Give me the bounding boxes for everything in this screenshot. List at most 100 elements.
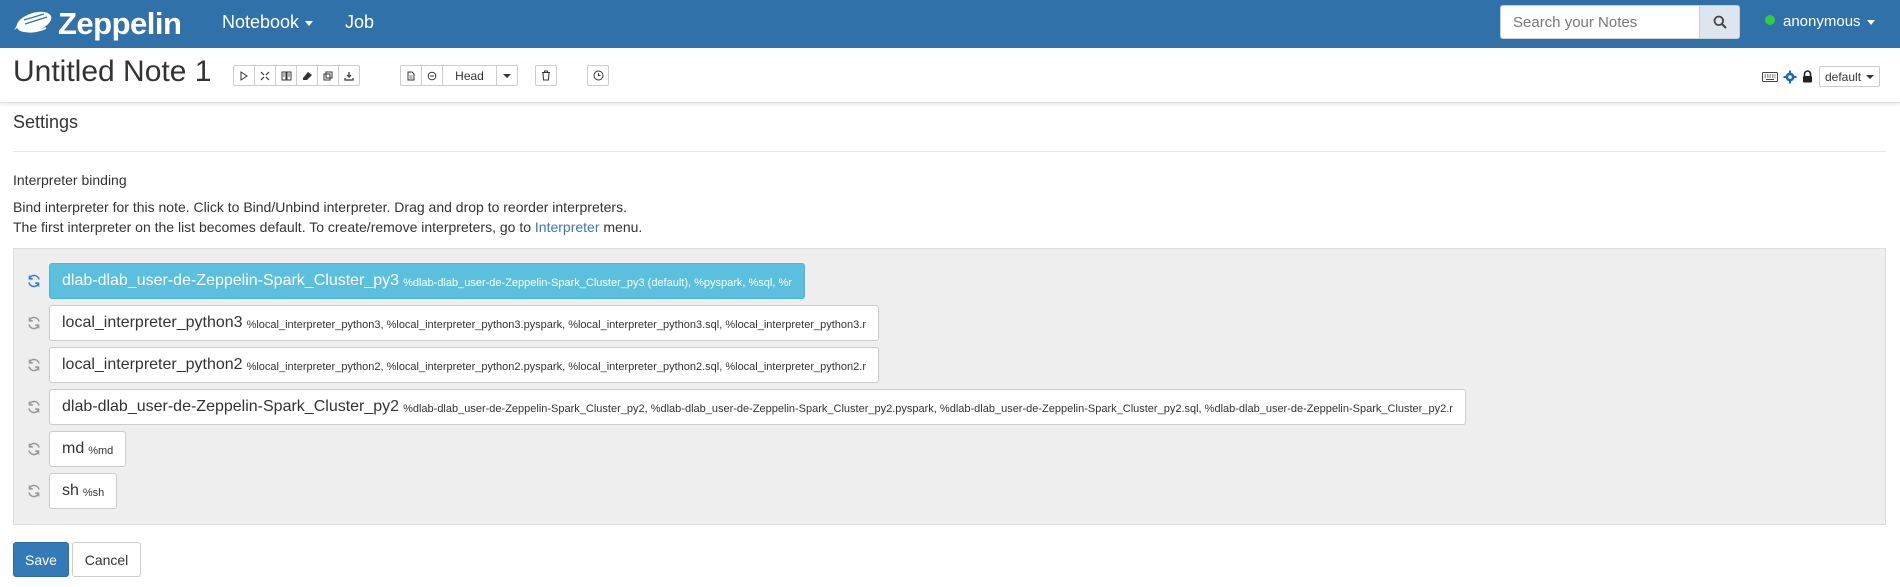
keyboard-icon[interactable]	[1762, 71, 1778, 82]
trash-icon	[542, 70, 550, 81]
interpreter-chip[interactable]: dlab-dlab_user-de-Zeppelin-Spark_Cluster…	[49, 389, 1466, 425]
interpreter-mode-dropdown[interactable]: default	[1819, 66, 1881, 87]
refresh-icon	[28, 274, 40, 288]
refresh-icon	[28, 400, 40, 414]
chevron-down-icon	[305, 20, 314, 26]
interpreter-chip[interactable]: local_interpreter_python2 %local_interpr…	[49, 347, 879, 383]
export-note-button[interactable]	[338, 65, 360, 86]
brand-name: Zeppelin	[58, 6, 182, 41]
interpreter-aliases: %local_interpreter_python3, %local_inter…	[246, 319, 866, 331]
restart-interpreter-button[interactable]	[24, 484, 44, 498]
delete-note-button[interactable]	[535, 65, 557, 86]
note-title[interactable]: Untitled Note 1	[13, 55, 211, 89]
interpreter-chip-selected[interactable]: dlab-dlab_user-de-Zeppelin-Spark_Cluster…	[49, 263, 805, 299]
interpreter-row: local_interpreter_python3 %local_interpr…	[24, 305, 879, 341]
interpreter-aliases: %dlab-dlab_user-de-Zeppelin-Spark_Cluste…	[403, 277, 792, 289]
binding-description-line1: Bind interpreter for this note. Click to…	[13, 199, 627, 215]
show-hide-code-icon	[260, 71, 270, 80]
nav-notebook-label: Notebook	[222, 12, 300, 32]
refresh-icon	[28, 358, 40, 372]
search-icon	[1713, 15, 1727, 29]
nav-job-link[interactable]: Job	[345, 0, 374, 48]
run-all-button[interactable]	[233, 65, 255, 86]
show-hide-code-button[interactable]	[254, 65, 276, 86]
chevron-down-icon	[503, 73, 511, 78]
interpreter-aliases: %md	[88, 445, 114, 457]
description-text: The first interpreter on the list become…	[13, 219, 535, 235]
restart-interpreter-button[interactable]	[24, 274, 44, 288]
cancel-button[interactable]: Cancel	[72, 542, 141, 577]
note-action-bar: Untitled Note 1 Head default	[0, 48, 1900, 103]
interpreter-row: md %md	[24, 431, 127, 467]
interpreter-aliases: %local_interpreter_python2, %local_inter…	[246, 361, 866, 373]
save-button[interactable]: Save	[13, 542, 69, 577]
binding-description-line2: The first interpreter on the list become…	[13, 219, 642, 235]
scheduler-button[interactable]	[587, 65, 609, 86]
search-button[interactable]	[1700, 5, 1740, 39]
revision-compare-icon	[427, 71, 437, 80]
interpreter-row: sh %sh	[24, 473, 118, 509]
description-text: menu.	[599, 219, 643, 235]
refresh-icon	[28, 442, 40, 456]
search-form	[1500, 5, 1740, 39]
mode-label: default	[1825, 69, 1862, 84]
show-hide-output-icon	[281, 71, 291, 80]
scheduler-group	[587, 65, 609, 86]
nav-notebook-menu[interactable]: Notebook	[222, 0, 314, 48]
revision-compare-button[interactable]	[421, 65, 443, 86]
restart-interpreter-button[interactable]	[24, 316, 44, 330]
version-control-group: Head	[400, 65, 518, 86]
clone-icon	[323, 71, 333, 80]
interpreter-name: local_interpreter_python2	[62, 356, 243, 373]
chevron-down-icon	[1866, 74, 1875, 79]
commit-icon	[407, 71, 415, 80]
interpreter-chip[interactable]: sh %sh	[49, 473, 118, 509]
restart-interpreter-button[interactable]	[24, 442, 44, 456]
note-settings-tools: default	[1762, 66, 1881, 87]
online-status-icon	[1765, 15, 1775, 26]
interpreter-chip[interactable]: local_interpreter_python3 %local_interpr…	[49, 305, 879, 341]
search-input[interactable]	[1500, 5, 1700, 39]
clone-note-button[interactable]	[317, 65, 339, 86]
interpreter-chip[interactable]: md %md	[49, 431, 127, 467]
interpreter-link[interactable]: Interpreter	[535, 219, 600, 235]
refresh-icon	[28, 316, 40, 330]
note-toolbar	[233, 65, 360, 86]
restart-interpreter-button[interactable]	[24, 400, 44, 414]
version-head-button[interactable]: Head	[442, 65, 497, 86]
brand-logo[interactable]: Zeppelin	[12, 4, 182, 44]
interpreter-name: local_interpreter_python3	[62, 314, 243, 331]
interpreter-row: local_interpreter_python2 %local_interpr…	[24, 347, 879, 383]
restart-interpreter-button[interactable]	[24, 358, 44, 372]
interpreter-name: dlab-dlab_user-de-Zeppelin-Spark_Cluster…	[62, 398, 400, 415]
gear-icon[interactable]	[1783, 70, 1797, 84]
refresh-icon	[28, 484, 40, 498]
interpreter-name: sh	[62, 482, 79, 499]
clear-output-icon	[302, 71, 312, 80]
chevron-down-icon	[1866, 19, 1875, 25]
commit-button[interactable]	[400, 65, 422, 86]
user-menu[interactable]: anonymous	[1765, 0, 1875, 48]
username: anonymous	[1783, 13, 1861, 30]
version-dropdown-toggle[interactable]	[496, 65, 518, 86]
clock-icon	[593, 70, 603, 81]
lock-icon[interactable]	[1802, 70, 1813, 83]
delete-group	[535, 65, 557, 86]
show-hide-output-button[interactable]	[275, 65, 297, 86]
top-navbar: Zeppelin Notebook Job anonymous	[0, 0, 1900, 48]
run-all-icon	[240, 70, 248, 81]
divider	[13, 151, 1886, 152]
interpreter-aliases: %dlab-dlab_user-de-Zeppelin-Spark_Cluste…	[403, 403, 1453, 415]
nav-job-label: Job	[345, 12, 375, 32]
interpreter-name: dlab-dlab_user-de-Zeppelin-Spark_Cluster…	[62, 272, 400, 289]
interpreter-name: md	[62, 440, 85, 457]
settings-heading: Settings	[13, 112, 79, 132]
interpreter-binding-heading: Interpreter binding	[13, 172, 127, 188]
clear-output-button[interactable]	[296, 65, 318, 86]
export-icon	[344, 71, 354, 81]
zeppelin-logo-icon	[14, 11, 52, 33]
interpreter-row: dlab-dlab_user-de-Zeppelin-Spark_Cluster…	[24, 389, 1466, 425]
interpreter-aliases: %sh	[82, 487, 105, 499]
interpreter-list: dlab-dlab_user-de-Zeppelin-Spark_Cluster…	[13, 248, 1886, 525]
interpreter-row: dlab-dlab_user-de-Zeppelin-Spark_Cluster…	[24, 263, 805, 299]
